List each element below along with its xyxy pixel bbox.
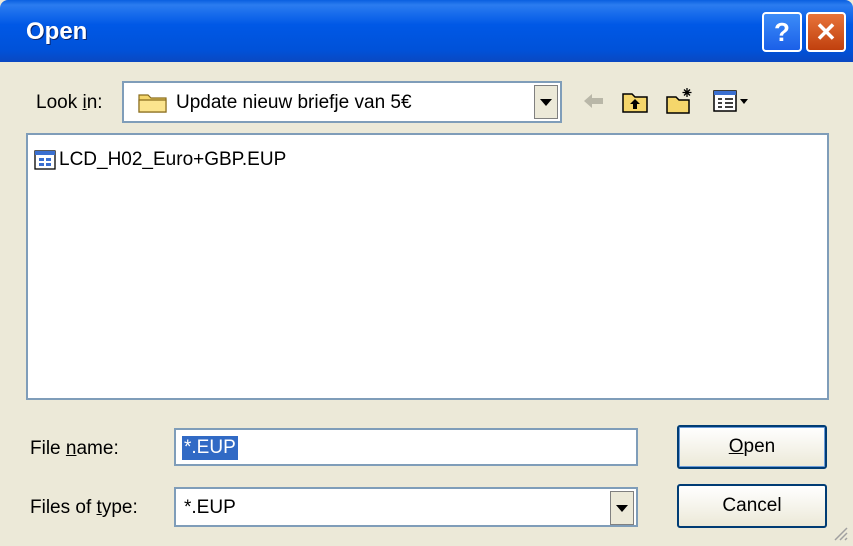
chevron-down-icon	[616, 504, 628, 512]
cancel-button[interactable]: Cancel	[677, 484, 827, 528]
close-icon: ✕	[815, 16, 837, 47]
help-icon: ?	[774, 16, 790, 47]
file-list[interactable]: LCD_H02_Euro+GBP.EUP	[26, 133, 829, 400]
files-of-type-label: Files of type:	[30, 497, 138, 518]
resize-grip-icon[interactable]	[829, 522, 849, 542]
look-in-combo[interactable]: Update nieuw briefje van 5€	[122, 81, 562, 123]
new-folder-icon[interactable]	[665, 86, 695, 116]
back-arrow-icon[interactable]	[578, 86, 608, 116]
files-of-type-dropdown-button[interactable]	[610, 491, 634, 525]
up-folder-icon[interactable]	[620, 86, 650, 116]
view-menu-icon[interactable]	[712, 86, 752, 116]
folder-icon	[138, 94, 167, 113]
list-item[interactable]: LCD_H02_Euro+GBP.EUP	[34, 147, 286, 173]
look-in-value: Update nieuw briefje van 5€	[176, 92, 412, 113]
open-dialog: Open ? ✕ Look in: Update nieuw briefje v…	[0, 0, 853, 546]
open-button[interactable]: Open	[677, 425, 827, 469]
file-name: LCD_H02_Euro+GBP.EUP	[59, 149, 287, 170]
close-button[interactable]: ✕	[806, 12, 846, 52]
file-name-value: *.EUP	[182, 436, 238, 460]
file-icon	[34, 150, 56, 170]
files-of-type-value: *.EUP	[184, 497, 236, 518]
title-bar[interactable]: Open ? ✕	[0, 0, 853, 62]
chevron-down-icon	[540, 98, 552, 106]
look-in-dropdown-button[interactable]	[534, 85, 558, 119]
files-of-type-combo[interactable]: *.EUP	[174, 487, 638, 527]
look-in-label: Look in:	[36, 92, 103, 113]
file-name-label: File name:	[30, 438, 119, 459]
help-button[interactable]: ?	[762, 12, 802, 52]
file-name-input[interactable]: *.EUP	[174, 428, 638, 466]
window-title: Open	[26, 18, 88, 45]
